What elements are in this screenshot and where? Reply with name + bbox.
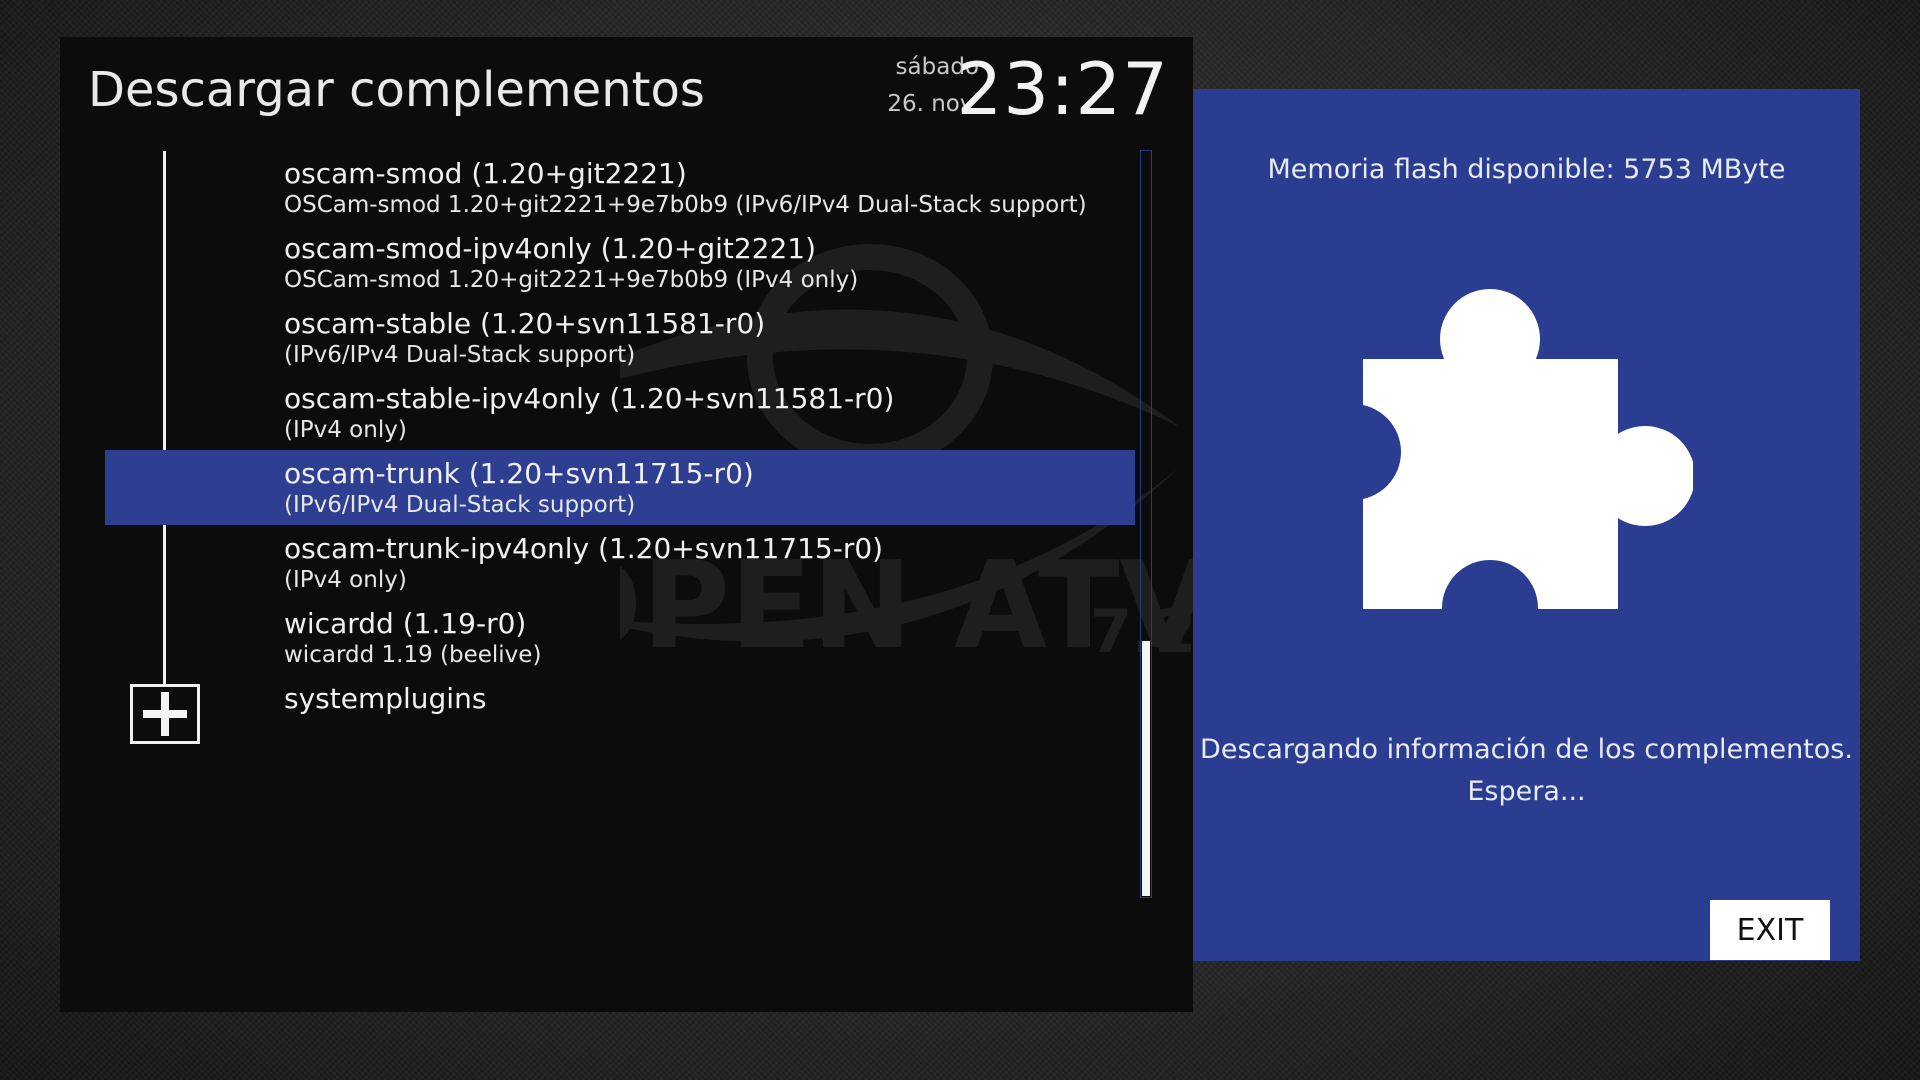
plugin-description: (IPv4 only) (284, 567, 407, 593)
plugin-description: wicardd 1.19 (beelive) (284, 642, 542, 668)
download-status-line1: Descargando información de los complemen… (1200, 734, 1853, 765)
plugin-row-systemplugins[interactable]: systemplugins (105, 675, 1135, 750)
plugin-name: oscam-trunk (1.20+svn11715-r0) (284, 457, 754, 490)
plugin-row-oscam-trunk-ipv4only[interactable]: oscam-trunk-ipv4only (1.20+svn11715-r0) … (105, 525, 1135, 600)
plugin-name: oscam-trunk-ipv4only (1.20+svn11715-r0) (284, 532, 884, 565)
plugin-name: oscam-smod (1.20+git2221) (284, 157, 687, 190)
download-status-line2: Espera... (1467, 776, 1586, 807)
category-name: systemplugins (284, 682, 487, 715)
plugin-row-oscam-trunk[interactable]: oscam-trunk (1.20+svn11715-r0) (IPv6/IPv… (105, 450, 1135, 525)
puzzle-piece-icon (1353, 289, 1693, 614)
plus-box-icon[interactable] (130, 684, 200, 744)
plugin-list: oscam-smod (1.20+git2221) OSCam-smod 1.2… (105, 150, 1135, 750)
plugin-description: OSCam-smod 1.20+git2221+9e7b0b9 (IPv6/IP… (284, 192, 1087, 218)
plugin-row-oscam-stable[interactable]: oscam-stable (1.20+svn11581-r0) (IPv6/IP… (105, 300, 1135, 375)
plugin-description: (IPv6/IPv4 Dual-Stack support) (284, 492, 636, 518)
plugin-description: OSCam-smod 1.20+git2221+9e7b0b9 (IPv4 on… (284, 267, 859, 293)
plugin-browser-panel: OPEN ATV 7.2 Descargar complementos sába… (60, 37, 1213, 1012)
plugin-name: oscam-stable (1.20+svn11581-r0) (284, 307, 766, 340)
flash-memory-info: Memoria flash disponible: 5753 MByte (1267, 154, 1786, 185)
plugin-description: (IPv4 only) (284, 417, 407, 443)
plugin-row-oscam-smod-ipv4only[interactable]: oscam-smod-ipv4only (1.20+git2221) OSCam… (105, 225, 1135, 300)
plugin-name: oscam-smod-ipv4only (1.20+git2221) (284, 232, 817, 265)
clock-time: 23:27 (956, 47, 1169, 131)
plugin-name: oscam-stable-ipv4only (1.20+svn11581-r0) (284, 382, 895, 415)
info-panel: Memoria flash disponible: 5753 MByte Des… (1193, 89, 1860, 961)
plugin-name: wicardd (1.19-r0) (284, 607, 527, 640)
plugin-description: (IPv6/IPv4 Dual-Stack support) (284, 342, 636, 368)
exit-button[interactable]: EXIT (1710, 900, 1830, 960)
page-title: Descargar complementos (88, 62, 705, 118)
plugin-row-oscam-stable-ipv4only[interactable]: oscam-stable-ipv4only (1.20+svn11581-r0)… (105, 375, 1135, 450)
list-scrollbar[interactable] (1140, 150, 1152, 898)
download-status: Descargando información de los complemen… (1193, 729, 1860, 813)
scrollbar-thumb[interactable] (1142, 641, 1150, 896)
plugin-row-oscam-smod[interactable]: oscam-smod (1.20+git2221) OSCam-smod 1.2… (105, 150, 1135, 225)
plugin-row-wicardd[interactable]: wicardd (1.19-r0) wicardd 1.19 (beelive) (105, 600, 1135, 675)
